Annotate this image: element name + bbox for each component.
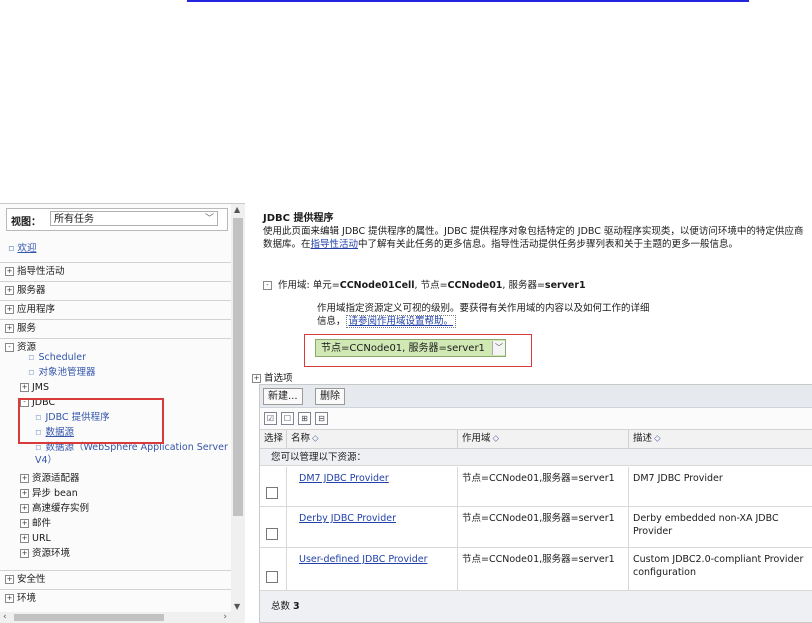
view-label: 视图： bbox=[11, 217, 41, 228]
column-header-select: 选择 bbox=[260, 430, 287, 448]
scroll-left-icon[interactable]: ‹ bbox=[3, 612, 7, 622]
nav-item-guided-activities[interactable]: + 指导性活动 bbox=[0, 262, 231, 279]
chevron-down-icon: ﹀ bbox=[492, 341, 505, 355]
sort-icon: ⬦ bbox=[492, 433, 500, 444]
new-button[interactable]: 新建... bbox=[263, 388, 303, 405]
scroll-right-icon[interactable]: › bbox=[223, 612, 227, 622]
expand-icon: + bbox=[20, 549, 29, 558]
scope-select-value: 节点=CCNode01, 服务器=server1 bbox=[321, 343, 485, 354]
expand-icon[interactable]: + bbox=[5, 324, 14, 333]
table-header: 选择 名称 ⬦ 作用域 ⬦ 描述 ⬦ bbox=[260, 430, 812, 449]
expand-icon: + bbox=[20, 504, 29, 513]
column-header-description[interactable]: 描述 ⬦ bbox=[629, 430, 812, 448]
row-scope: 节点=CCNode01,服务器=server1 bbox=[458, 507, 629, 547]
collapse-icon[interactable]: - bbox=[263, 281, 272, 290]
nav-item-async-bean[interactable]: + 异步 bean bbox=[20, 487, 78, 500]
nav-item-resource-env[interactable]: + 资源环境 bbox=[20, 547, 70, 560]
row-description: DM7 JDBC Provider bbox=[633, 473, 723, 484]
table-row: DM7 JDBC Provider 节点=CCNode01,服务器=server… bbox=[260, 467, 812, 507]
table-icon-bar: ☑ ☐ ⊞ ⊟ bbox=[260, 408, 812, 430]
expand-icon: + bbox=[20, 474, 29, 483]
guided-activities-link[interactable]: 指导性活动 bbox=[311, 239, 359, 250]
nav-link-object-pool[interactable]: ▫ 对象池管理器 bbox=[28, 366, 95, 379]
expand-icon[interactable]: + bbox=[5, 267, 14, 276]
collapse-icon[interactable]: - bbox=[5, 343, 14, 352]
bullet-icon: ▫ bbox=[8, 243, 15, 254]
provider-link[interactable]: User-defined JDBC Provider bbox=[299, 554, 427, 565]
table-row: Derby JDBC Provider 节点=CCNode01,服务器=serv… bbox=[260, 507, 812, 548]
sort-icon: ⬦ bbox=[312, 433, 319, 444]
nav-item-cache-instances[interactable]: + 高速缓存实例 bbox=[20, 502, 89, 515]
scroll-down-icon[interactable]: ▼ bbox=[234, 602, 240, 611]
scope-help-link[interactable]: 请参阅作用域设置帮助。 bbox=[345, 315, 457, 328]
nav-item-security[interactable]: + 安全性 bbox=[0, 570, 231, 587]
nav-link-scheduler[interactable]: ▫ Scheduler bbox=[28, 351, 86, 364]
navigation-panel: 视图： 所有任务 ﹀ ▫ 欢迎 + 指导性活动 + 服务器 + 应用程序 + 服务 - 资源… bbox=[0, 203, 245, 623]
navigation-tree: 视图： 所有任务 ﹀ ▫ 欢迎 + 指导性活动 + 服务器 + 应用程序 + 服务 - 资源… bbox=[0, 204, 231, 612]
sort-icon: ⬦ bbox=[654, 433, 661, 444]
expand-icon[interactable]: + bbox=[252, 374, 261, 383]
provider-link[interactable]: Derby JDBC Provider bbox=[299, 513, 396, 524]
scope-line: - 作用域: 单元=CCNode01Cell, 节点=CCNode01, 服务器… bbox=[263, 277, 586, 291]
row-checkbox[interactable] bbox=[266, 528, 278, 540]
view-select-value: 所有任务 bbox=[54, 214, 94, 225]
provider-table: 新建... 删除 ☑ ☐ ⊞ ⊟ 选择 名称 ⬦ 作用域 ⬦ 描述 ⬦ 您可以管理以下… bbox=[259, 384, 812, 623]
expand-icon[interactable]: + bbox=[5, 575, 14, 584]
select-all-icon[interactable]: ☑ bbox=[264, 412, 277, 425]
column-header-scope[interactable]: 作用域 ⬦ bbox=[458, 430, 629, 448]
view-filter: 视图： 所有任务 ﹀ bbox=[6, 208, 228, 231]
total-count: 3 bbox=[293, 601, 300, 612]
row-checkbox[interactable] bbox=[266, 571, 278, 583]
provider-link[interactable]: DM7 JDBC Provider bbox=[299, 473, 389, 484]
expand-icon[interactable]: + bbox=[5, 594, 14, 603]
deselect-all-icon[interactable]: ☐ bbox=[281, 412, 294, 425]
view-select[interactable]: 所有任务 ﹀ bbox=[50, 211, 218, 226]
row-description: Derby embedded non-XA JDBC Provider bbox=[633, 513, 779, 537]
expand-icon[interactable]: + bbox=[5, 305, 14, 314]
clear-filter-icon[interactable]: ⊟ bbox=[315, 412, 328, 425]
scope-description: 作用域指定资源定义可视的级别。要获得有关作用域的内容以及如何工作的详细 信息，请… bbox=[317, 303, 650, 328]
row-checkbox[interactable] bbox=[266, 487, 278, 499]
page-intro: 使用此页面来编辑 JDBC 提供程序的属性。JDBC 提供程序对象包括特定的 J… bbox=[263, 226, 804, 250]
delete-button[interactable]: 删除 bbox=[315, 388, 345, 405]
nav-welcome[interactable]: ▫ 欢迎 bbox=[8, 240, 36, 254]
scrollbar-thumb[interactable] bbox=[233, 218, 243, 516]
nav-item-environment[interactable]: + 环境 bbox=[0, 589, 231, 606]
row-scope: 节点=CCNode01,服务器=server1 bbox=[458, 548, 629, 590]
nav-vertical-scrollbar[interactable]: ▲ ▼ bbox=[231, 204, 245, 612]
nav-item-mail[interactable]: + 邮件 bbox=[20, 517, 51, 530]
main-content: JDBC 提供程序 使用此页面来编辑 JDBC 提供程序的属性。JDBC 提供程… bbox=[250, 203, 812, 623]
nav-item-resource-adapters[interactable]: + 资源适配器 bbox=[20, 472, 80, 485]
table-row: User-defined JDBC Provider 节点=CCNode01,服… bbox=[260, 548, 812, 591]
top-accent-line bbox=[187, 0, 749, 2]
expand-icon: + bbox=[20, 489, 29, 498]
row-scope: 节点=CCNode01,服务器=server1 bbox=[458, 467, 629, 506]
scope-select[interactable]: 节点=CCNode01, 服务器=server1 ﹀ bbox=[315, 339, 506, 357]
table-button-bar: 新建... 删除 bbox=[260, 385, 812, 408]
table-total: 总数 3 bbox=[260, 591, 812, 622]
nav-link-datasource-v4[interactable]: ▫ 数据源（WebSphere Application Server V4） bbox=[35, 441, 231, 467]
nav-item-servers[interactable]: + 服务器 bbox=[0, 281, 231, 298]
jdbc-highlight-box bbox=[18, 398, 164, 444]
scrollbar-thumb[interactable] bbox=[14, 614, 164, 621]
nav-item-url[interactable]: + URL bbox=[20, 532, 51, 545]
manage-resources-row: 您可以管理以下资源： bbox=[260, 449, 812, 466]
nav-horizontal-scrollbar[interactable]: ‹ › bbox=[0, 612, 245, 623]
column-header-name[interactable]: 名称 ⬦ bbox=[287, 430, 458, 448]
chevron-down-icon: ﹀ bbox=[204, 214, 214, 224]
show-filter-icon[interactable]: ⊞ bbox=[298, 412, 311, 425]
page-title: JDBC 提供程序 bbox=[263, 213, 334, 224]
scroll-up-icon[interactable]: ▲ bbox=[234, 205, 240, 214]
expand-icon: + bbox=[20, 519, 29, 528]
preferences-toggle[interactable]: + 首选项 bbox=[252, 370, 293, 384]
row-description: Custom JDBC2.0-compliant Provider config… bbox=[633, 554, 804, 578]
expand-icon: + bbox=[20, 383, 29, 392]
nav-item-services[interactable]: + 服务 bbox=[0, 319, 231, 336]
nav-item-jms[interactable]: + JMS bbox=[20, 381, 49, 394]
expand-icon[interactable]: + bbox=[5, 286, 14, 295]
nav-item-applications[interactable]: + 应用程序 bbox=[0, 300, 231, 317]
expand-icon: + bbox=[20, 534, 29, 543]
